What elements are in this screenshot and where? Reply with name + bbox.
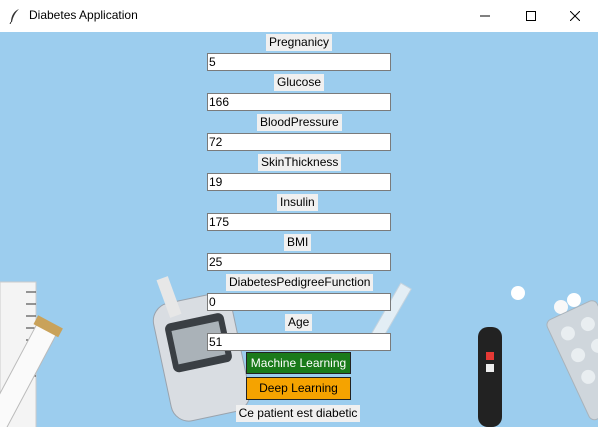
blood-pressure-input[interactable]: 72 [207, 133, 391, 151]
blood-pressure-label: BloodPressure [257, 114, 342, 131]
feather-icon [9, 9, 19, 24]
close-icon [570, 11, 580, 21]
deep-learning-button[interactable]: Deep Learning [246, 377, 351, 400]
pregnancy-input[interactable]: 5 [207, 53, 391, 71]
minimize-button[interactable] [462, 0, 508, 32]
maximize-button[interactable] [508, 0, 554, 32]
age-input[interactable]: 51 [207, 333, 391, 351]
skin-thickness-label: SkinThickness [258, 154, 342, 171]
machine-learning-button[interactable]: Machine Learning [246, 352, 351, 374]
diabetes-pedigree-input[interactable]: 0 [207, 293, 391, 311]
minimize-icon [480, 15, 490, 17]
title-bar: Diabetes Application [0, 0, 598, 32]
app-window: Diabetes Application Pregnanicy 5 Glucos… [0, 0, 598, 427]
diabetes-pedigree-label: DiabetesPedigreeFunction [226, 274, 374, 291]
age-label: Age [285, 314, 313, 331]
form-area: Pregnanicy 5 Glucose 166 BloodPressure 7… [0, 32, 598, 427]
bmi-input[interactable]: 25 [207, 253, 391, 271]
skin-thickness-input[interactable]: 19 [207, 173, 391, 191]
bmi-label: BMI [284, 234, 312, 251]
glucose-input[interactable]: 166 [207, 93, 391, 111]
pregnancy-label: Pregnanicy [266, 34, 333, 51]
close-button[interactable] [552, 0, 598, 32]
glucose-label: Glucose [274, 74, 325, 91]
insulin-label: Insulin [277, 194, 318, 211]
prediction-result: Ce patient est diabetic [236, 405, 360, 422]
maximize-icon [526, 11, 536, 21]
insulin-input[interactable]: 175 [207, 213, 391, 231]
window-title: Diabetes Application [29, 8, 138, 22]
